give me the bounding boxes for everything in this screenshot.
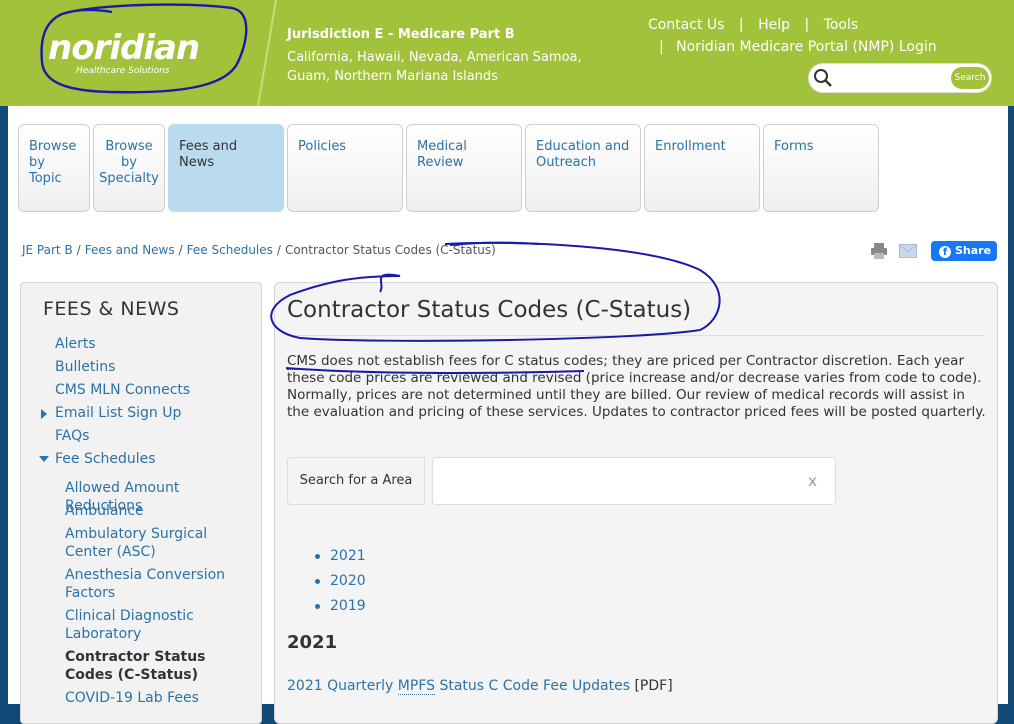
tab-medical-review[interactable]: Medical Review [406,124,522,212]
site-header: noridian Healthcare Solutions Jurisdicti… [0,0,1014,106]
facebook-share-button[interactable]: f Share [931,241,997,261]
caret-down-icon[interactable] [39,456,49,462]
email-icon[interactable] [899,244,917,258]
jurisdiction-title: Jurisdiction E - Medicare Part B [287,27,515,42]
year-link-2019[interactable]: 2019 [315,598,366,614]
year-link-2021[interactable]: 2021 [315,548,366,564]
jurisdiction-regions: California, Hawaii, Nevada, American Sam… [287,50,582,84]
sidebar-subitem[interactable]: Clinical Diagnostic Laboratory [65,607,250,643]
sidebar-item-cms-mln-connects[interactable]: CMS MLN Connects [55,382,190,398]
sidebar-title: FEES & NEWS [43,298,180,320]
caret-right-icon[interactable] [41,409,47,419]
search-icon [814,69,832,87]
tab-fees-and-news[interactable]: Fees and News [168,124,284,212]
sidebar-subitem-current[interactable]: Contractor Status Codes (C-Status) [65,648,250,684]
search-area-input[interactable]: x [432,457,836,505]
tab-browse-by-topic[interactable]: Browse by Topic [18,124,90,212]
contact-us-link[interactable]: Contact Us [648,17,724,33]
document-type: [PDF] [634,678,673,694]
breadcrumb: JE Part B / Fees and News / Fee Schedules / Co… [22,243,496,257]
area-search: Search for a Area x [287,457,837,505]
portal-link-row: | Noridian Medicare Portal (NMP) Login [659,39,937,55]
sidebar-subitem[interactable]: Ambulance [65,502,250,520]
site-search[interactable]: Search [808,63,992,93]
intro-text: does not establish fees for C status cod… [287,353,986,420]
search-button[interactable]: Search [951,67,989,89]
main-panel: Contractor Status Codes (C-Status) CMS d… [274,282,998,724]
sidebar-item-bulletins[interactable]: Bulletins [55,359,115,375]
page-title: Contractor Status Codes (C-Status) [287,297,692,323]
breadcrumb-link[interactable]: Fees and News [85,243,175,257]
facebook-icon: f [939,246,951,258]
sidebar-subitem[interactable]: Anesthesia Conversion Factors [65,566,250,602]
sidebar-subitem[interactable]: COVID-19 Lab Fees [65,689,250,707]
tab-policies[interactable]: Policies [287,124,403,212]
page-content: Browse by Topic Browse by Specialty Fees… [8,106,1008,724]
tab-browse-by-specialty[interactable]: Browse by Specialty [93,124,165,212]
search-area-label: Search for a Area [287,457,425,505]
clear-search-button[interactable]: x [808,472,817,490]
sidebar-item-email-list[interactable]: Email List Sign Up [55,405,181,421]
sidebar: FEES & NEWS Alerts Bulletins CMS MLN Con… [20,282,262,724]
portal-login-link[interactable]: Noridian Medicare Portal (NMP) Login [676,39,936,55]
document-link[interactable]: 2021 Quarterly MPFS Status C Code Fee Up… [287,678,673,695]
sidebar-item-alerts[interactable]: Alerts [55,336,96,352]
sidebar-item-faqs[interactable]: FAQs [55,428,89,444]
tab-enrollment[interactable]: Enrollment [644,124,760,212]
sidebar-subitem[interactable]: Ambulatory Surgical Center (ASC) [65,525,250,561]
cms-abbreviation: CMS [287,353,317,370]
top-links: Contact Us | Help | Tools [648,17,858,33]
tab-forms[interactable]: Forms [763,124,879,212]
sidebar-item-fee-schedules[interactable]: Fee Schedules [55,451,156,467]
tools-link[interactable]: Tools [824,17,859,33]
hand-drawn-circle-annotation [40,3,248,94]
link-separator: | [804,17,810,33]
breadcrumb-link[interactable]: Fee Schedules [187,243,273,257]
print-icon[interactable] [870,242,888,260]
intro-paragraph: CMS does not establish fees for C status… [287,353,987,421]
link-separator: | [738,17,744,33]
year-link-2020[interactable]: 2020 [315,573,366,589]
tab-education-and-outreach[interactable]: Education and Outreach [525,124,641,212]
breadcrumb-current: Contractor Status Codes (C-Status) [284,243,496,257]
year-heading: 2021 [287,632,338,653]
link-separator: | [659,39,664,55]
divider [287,335,985,336]
share-label: Share [955,244,992,257]
help-link[interactable]: Help [758,17,790,33]
breadcrumb-link[interactable]: JE Part B [22,243,73,257]
